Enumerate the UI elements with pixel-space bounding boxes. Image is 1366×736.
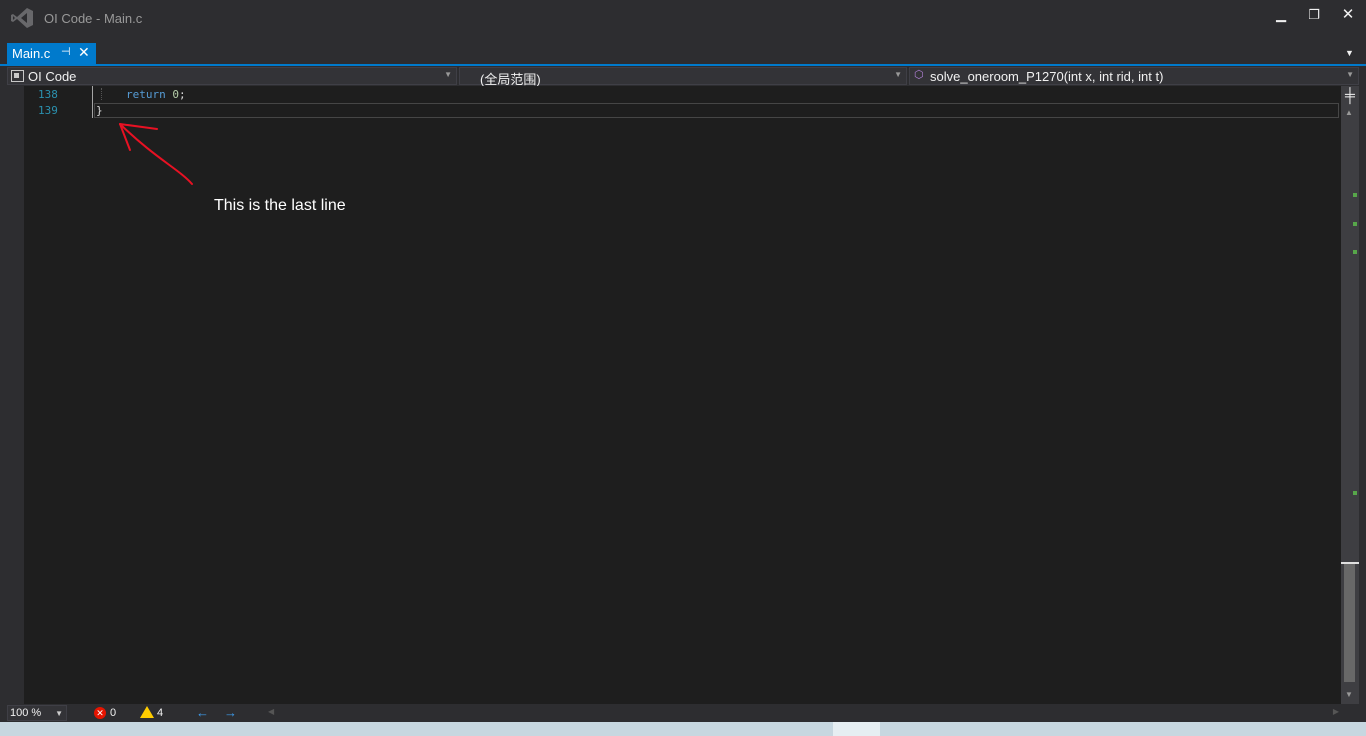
code-line-return: return 0; (126, 88, 186, 101)
editor-footer-bar: 100 % ▼ ✕ 0 4 ← → ◀ ▶ (0, 704, 1366, 722)
line-number: 138 (38, 88, 58, 101)
code-editor[interactable]: 138 139 return 0; } This is the last lin… (0, 86, 1341, 704)
scroll-right-icon[interactable]: ▶ (1333, 707, 1339, 716)
chevron-down-icon: ▼ (1346, 70, 1354, 79)
restore-icon: ❐ (1308, 7, 1320, 22)
project-icon (11, 70, 24, 82)
change-marker (1353, 222, 1357, 226)
minimize-button[interactable]: ▁ (1265, 4, 1297, 26)
tab-close-icon[interactable]: ✕ (78, 44, 90, 61)
closing-brace: } (96, 104, 103, 117)
warning-count[interactable]: 4 (157, 707, 163, 719)
annotation-text: This is the last line (214, 197, 346, 214)
close-window-button[interactable]: ✕ (1332, 4, 1364, 26)
zoom-dropdown[interactable]: 100 % ▼ (7, 705, 67, 721)
line-number: 139 (38, 104, 58, 117)
warning-icon[interactable] (140, 706, 154, 718)
indent-guide (101, 88, 102, 100)
annotation-arrow-icon (119, 123, 193, 185)
vertical-scrollbar[interactable]: ▲ ▼ (1341, 86, 1359, 704)
split-window-button[interactable]: ╪ (1341, 87, 1359, 103)
navigation-bar: OI Code ▼ (全局范围) ▼ ⬡ solve_oneroom_P1270… (0, 66, 1366, 87)
close-icon: ✕ (1341, 6, 1355, 23)
tab-list-dropdown-icon[interactable]: ▼ (1345, 48, 1354, 58)
chevron-down-icon: ▼ (55, 709, 63, 718)
chevron-down-icon: ▼ (444, 70, 452, 79)
minimize-icon: ▁ (1276, 7, 1286, 22)
taskbar (0, 722, 1366, 736)
change-marker (1353, 491, 1357, 495)
error-icon[interactable]: ✕ (94, 707, 106, 719)
tab-main-c[interactable]: Main.c ⊣ ✕ (7, 43, 96, 64)
chevron-down-icon: ▼ (894, 70, 902, 79)
project-label: OI Code (28, 69, 77, 84)
method-icon: ⬡ (914, 69, 924, 81)
scroll-down-icon[interactable]: ▼ (1345, 690, 1353, 699)
horizontal-scrollbar[interactable]: ◀ ▶ (266, 707, 1341, 719)
member-label: solve_oneroom_P1270(int x, int rid, int … (930, 69, 1164, 84)
scope-dropdown[interactable]: (全局范围) ▼ (459, 67, 907, 87)
scroll-left-icon[interactable]: ◀ (268, 707, 274, 716)
indicator-margin (0, 86, 24, 704)
pin-icon[interactable]: ⊣ (61, 45, 71, 58)
semicolon: ; (179, 88, 186, 101)
change-marker (1353, 193, 1357, 197)
error-count[interactable]: 0 (110, 707, 116, 719)
member-dropdown[interactable]: ⬡ solve_oneroom_P1270(int x, int rid, in… (909, 67, 1359, 85)
restore-button[interactable]: ❐ (1298, 4, 1330, 26)
title-bar: OI Code - Main.c ▁ ❐ ✕ (0, 0, 1366, 38)
window-title: OI Code - Main.c (44, 11, 143, 26)
navigate-back-icon[interactable]: ← (196, 705, 209, 720)
outlining-line (92, 86, 93, 118)
keyword-return: return (126, 88, 166, 101)
return-value: 0 (172, 88, 179, 101)
tab-label: Main.c (12, 46, 51, 61)
split-icon: ╪ (1345, 87, 1355, 103)
project-dropdown[interactable]: OI Code ▼ (7, 67, 457, 85)
visual-studio-logo-icon (11, 8, 33, 28)
change-marker (1353, 250, 1357, 254)
scroll-up-icon[interactable]: ▲ (1345, 108, 1353, 117)
navigate-forward-icon[interactable]: → (224, 705, 237, 720)
document-tab-well: Main.c ⊣ ✕ ▼ (0, 38, 1366, 64)
current-line-highlight (94, 103, 1339, 118)
zoom-level: 100 % (10, 707, 42, 719)
scrollbar-thumb[interactable] (1344, 564, 1355, 682)
taskbar-item[interactable] (833, 722, 880, 736)
